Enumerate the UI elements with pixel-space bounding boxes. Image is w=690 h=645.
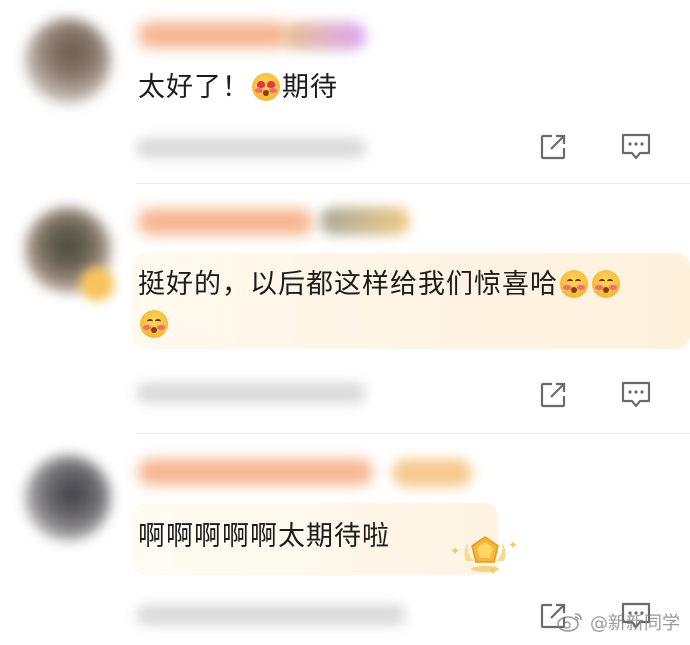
heart-eyes-emoji-icon [252,73,280,101]
share-button[interactable] [536,130,570,164]
comment-text-part-1: 太好了！ [138,72,250,103]
comment-item-1: 太好了！ 期待 [0,0,690,185]
avatar[interactable] [25,455,111,541]
comment-text: 挺好的，以后都这样给我们惊喜哈 [138,263,622,307]
username-blurred[interactable] [138,209,313,235]
sparkle-icon: ✦ [508,538,519,552]
username-blurred[interactable] [138,459,373,485]
comment-text: 太好了！ 期待 [138,66,338,110]
comment-item-2: 挺好的，以后都这样给我们惊喜哈 [0,185,690,435]
sparkle-icon: ✦ [488,564,499,578]
comment-text-line: 啊啊啊啊啊太期待啦 [138,521,390,552]
weibo-logo-icon [557,613,582,632]
user-tag-blurred [320,207,410,235]
reply-button[interactable] [619,130,653,164]
timestamp-blurred [136,383,366,403]
share-icon [540,134,566,160]
share-button[interactable] [536,378,570,412]
comment-text-part-2: 期待 [282,72,338,103]
timestamp-blurred [136,605,406,625]
share-icon [540,382,566,408]
comment-reply-icon [621,133,651,160]
avatar[interactable] [25,18,111,104]
fan-medal-icon [464,536,506,572]
sparkle-icon: ✦ [450,544,461,558]
comment-reply-icon [621,381,651,408]
watermark-text: @新新同学 [590,613,680,634]
blushing-emoji-icon [560,270,588,298]
divider [136,433,690,434]
avatar-badge-icon [80,267,114,301]
reply-button[interactable] [619,378,653,412]
timestamp-blurred [136,138,366,158]
divider [136,183,690,184]
username-blurred[interactable] [138,22,288,48]
comment-text: 啊啊啊啊啊太期待啦 [138,515,390,559]
comment-text-line-2 [138,303,170,347]
watermark: @新新同学 [556,609,680,635]
blushing-emoji-icon [140,310,168,338]
comment-text-line-1: 挺好的，以后都这样给我们惊喜哈 [138,269,558,300]
blushing-emoji-icon [592,270,620,298]
user-tag-blurred [282,22,366,50]
user-tag-blurred [392,459,472,487]
